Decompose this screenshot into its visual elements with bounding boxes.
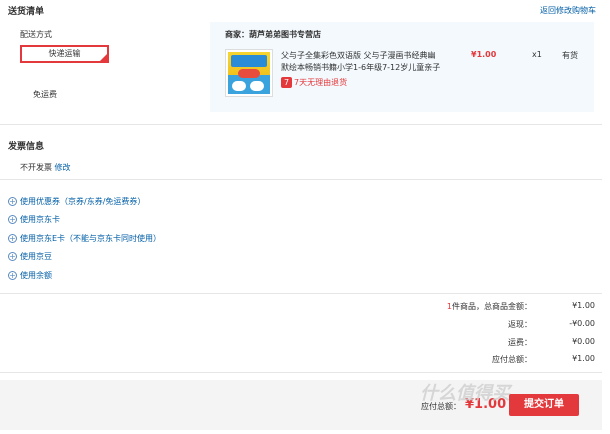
store-name: 商家：葫芦弟弟图书专营店 xyxy=(225,30,321,39)
coupon-option-label: 使用京东E卡（不能与京东卡同时使用） xyxy=(20,234,162,243)
divider xyxy=(0,293,602,294)
shipping-list-title: 送货清单 xyxy=(8,7,45,17)
due-total-label: 应付总额： xyxy=(492,355,532,364)
divider xyxy=(0,124,602,125)
watermark-logo: 什么值得买 xyxy=(420,383,510,404)
use-jd-ecard-toggle[interactable]: + 使用京东E卡（不能与京东卡同时使用） xyxy=(8,233,161,244)
coupon-option-label: 使用余额 xyxy=(20,271,52,280)
express-shipping-option[interactable]: 快递运输 xyxy=(20,45,109,63)
use-jd-beans-toggle[interactable]: + 使用京豆 xyxy=(8,251,52,262)
rebate-value: -¥0.00 xyxy=(569,319,595,328)
product-price: ¥1.00 xyxy=(471,50,497,59)
divider xyxy=(0,372,602,373)
rebate-label: 返现： xyxy=(508,320,532,329)
delivery-method-label: 配送方式 xyxy=(20,30,52,39)
back-to-cart-link[interactable]: 返回修改购物车 xyxy=(540,5,596,16)
divider xyxy=(0,179,602,180)
due-total-value: ¥1.00 xyxy=(572,354,595,363)
return-policy: 7 7天无理由退货 xyxy=(281,77,347,88)
submit-order-button[interactable]: 提交订单 xyxy=(509,394,579,416)
free-shipping-text: 免运费 xyxy=(33,90,57,99)
product-title-line1[interactable]: 父与子全集彩色双语版 父与子漫画书经典幽 xyxy=(281,50,436,61)
book-cover-image xyxy=(228,52,270,94)
coupon-option-label: 使用京豆 xyxy=(20,252,52,261)
shipping-fee-value: ¥0.00 xyxy=(572,337,595,346)
stock-status: 有货 xyxy=(562,51,578,60)
use-balance-toggle[interactable]: + 使用余额 xyxy=(8,270,52,281)
expand-plus-icon: + xyxy=(8,234,17,243)
invoice-title: 发票信息 xyxy=(8,142,45,152)
invoice-value: 不开发票 xyxy=(20,163,52,172)
expand-plus-icon: + xyxy=(8,215,17,224)
return-policy-text: 7天无理由退货 xyxy=(294,78,348,87)
use-jd-card-toggle[interactable]: + 使用京东卡 xyxy=(8,214,60,225)
item-total-value: ¥1.00 xyxy=(572,301,595,310)
selected-corner-icon xyxy=(100,54,107,61)
express-shipping-label: 快递运输 xyxy=(48,49,81,58)
expand-plus-icon: + xyxy=(8,252,17,261)
item-total-label: 件商品，总商品金额： xyxy=(452,302,532,311)
return-policy-icon: 7 xyxy=(281,77,292,88)
invoice-edit-link[interactable]: 修改 xyxy=(55,163,71,172)
use-coupon-toggle[interactable]: + 使用优惠券（京券/东券/免运费券） xyxy=(8,196,145,207)
invoice-info: 不开发票 修改 xyxy=(20,162,71,173)
expand-plus-icon: + xyxy=(8,271,17,280)
product-thumbnail[interactable] xyxy=(225,49,273,97)
item-count-total-label: 1件商品，总商品金额： xyxy=(447,301,532,312)
product-title-line2[interactable]: 默绘本畅销书籍小学1-6年级7-12岁儿童亲子 xyxy=(281,62,440,73)
shipping-fee-label: 运费： xyxy=(508,338,532,347)
product-quantity: x1 xyxy=(532,50,542,59)
coupon-option-label: 使用京东卡 xyxy=(20,215,60,224)
expand-plus-icon: + xyxy=(8,197,17,206)
coupon-option-label: 使用优惠券（京券/东券/免运费券） xyxy=(20,197,146,206)
